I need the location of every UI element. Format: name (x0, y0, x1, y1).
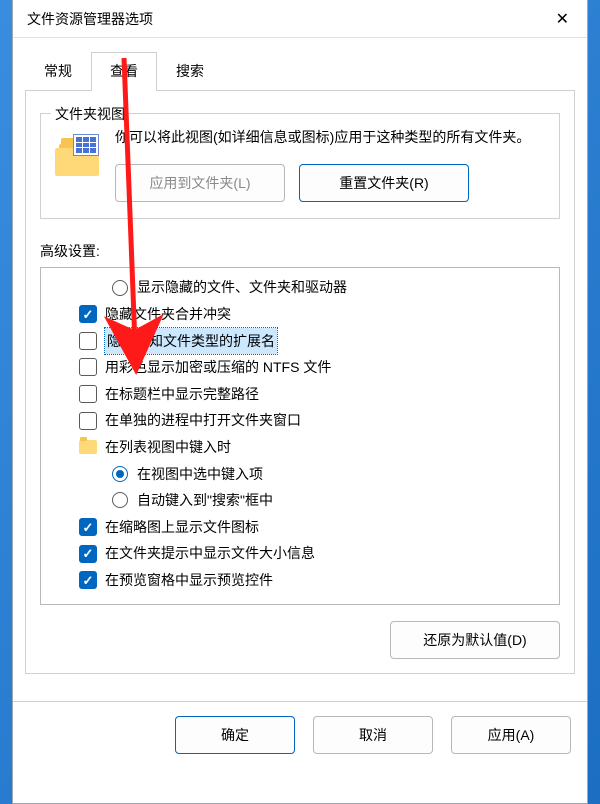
tree-item-label: 在缩略图上显示文件图标 (105, 514, 259, 541)
tree-item-label: 自动键入到"搜索"框中 (137, 487, 273, 514)
tree-item-label: 在列表视图中键入时 (105, 434, 231, 461)
dialog-footer: 确定 取消 应用(A) (13, 701, 587, 770)
radio-icon (112, 466, 128, 482)
close-icon: ✕ (556, 11, 569, 28)
tab-general[interactable]: 常规 (25, 52, 91, 91)
checkbox-icon (79, 385, 97, 403)
tree-item-label: 在单独的进程中打开文件夹窗口 (105, 407, 301, 434)
window-title: 文件资源管理器选项 (27, 9, 153, 29)
apply-to-folders-button[interactable]: 应用到文件夹(L) (115, 164, 285, 202)
folder-views-legend: 文件夹视图 (51, 104, 129, 124)
ok-button[interactable]: 确定 (175, 716, 295, 754)
tree-item[interactable]: 自动键入到"搜索"框中 (45, 487, 555, 514)
tree-item[interactable]: 在缩略图上显示文件图标 (45, 514, 555, 541)
reset-folders-button[interactable]: 重置文件夹(R) (299, 164, 469, 202)
tree-item[interactable]: 用彩色显示加密或压缩的 NTFS 文件 (45, 354, 555, 381)
folder-options-dialog: 文件资源管理器选项 ✕ 常规 查看 搜索 文件夹视图 你可以将此视图(如详细信息… (12, 0, 588, 804)
close-button[interactable]: ✕ (548, 5, 577, 33)
folder-views-description: 你可以将此视图(如详细信息或图标)应用于这种类型的所有文件夹。 (115, 126, 545, 148)
checkbox-icon (79, 332, 97, 350)
folder-views-group: 文件夹视图 你可以将此视图(如详细信息或图标)应用于这种类型的所有文件夹。 应用… (40, 113, 560, 219)
advanced-settings-tree[interactable]: 显示隐藏的文件、文件夹和驱动器隐藏文件夹合并冲突隐藏已知文件类型的扩展名用彩色显… (40, 267, 560, 605)
cancel-button[interactable]: 取消 (313, 716, 433, 754)
advanced-settings-label: 高级设置: (40, 241, 560, 261)
apply-button[interactable]: 应用(A) (451, 716, 571, 754)
tab-strip: 常规 查看 搜索 (25, 52, 575, 91)
tab-search[interactable]: 搜索 (157, 52, 223, 91)
tree-item-label: 在标题栏中显示完整路径 (105, 381, 259, 408)
tree-item[interactable]: 在文件夹提示中显示文件大小信息 (45, 540, 555, 567)
tree-item[interactable]: 隐藏文件夹合并冲突 (45, 301, 555, 328)
client-area: 常规 查看 搜索 文件夹视图 你可以将此视图(如详细信息或图标)应用于这种类型的… (13, 52, 587, 687)
tree-item-label: 在视图中选中键入项 (137, 461, 263, 488)
folder-icon (79, 440, 97, 454)
checkbox-icon (79, 518, 97, 536)
tree-item[interactable]: 在标题栏中显示完整路径 (45, 381, 555, 408)
checkbox-icon (79, 412, 97, 430)
tree-item-label: 隐藏文件夹合并冲突 (105, 301, 231, 328)
checkbox-icon (79, 545, 97, 563)
checkbox-icon (79, 358, 97, 376)
tree-item[interactable]: 在预览窗格中显示预览控件 (45, 567, 555, 594)
checkbox-icon (79, 571, 97, 589)
view-tab-panel: 文件夹视图 你可以将此视图(如详细信息或图标)应用于这种类型的所有文件夹。 应用… (25, 90, 575, 674)
tree-item-label: 用彩色显示加密或压缩的 NTFS 文件 (105, 354, 331, 381)
tree-item-label: 隐藏已知文件类型的扩展名 (105, 328, 277, 355)
radio-icon (112, 280, 128, 296)
radio-icon (112, 492, 128, 508)
tree-item[interactable]: 在列表视图中键入时 (45, 434, 555, 461)
tree-item[interactable]: 隐藏已知文件类型的扩展名 (45, 328, 555, 355)
tree-item[interactable]: 在单独的进程中打开文件夹窗口 (45, 407, 555, 434)
restore-defaults-button[interactable]: 还原为默认值(D) (390, 621, 560, 659)
folder-view-icon (55, 134, 103, 178)
tree-item-label: 在文件夹提示中显示文件大小信息 (105, 540, 315, 567)
checkbox-icon (79, 305, 97, 323)
tab-view[interactable]: 查看 (91, 52, 157, 91)
tree-item[interactable]: 在视图中选中键入项 (45, 461, 555, 488)
tree-item-label: 显示隐藏的文件、文件夹和驱动器 (137, 274, 347, 301)
tree-item-label: 在预览窗格中显示预览控件 (105, 567, 273, 594)
tree-item[interactable]: 显示隐藏的文件、文件夹和驱动器 (45, 274, 555, 301)
title-bar: 文件资源管理器选项 ✕ (13, 0, 587, 38)
